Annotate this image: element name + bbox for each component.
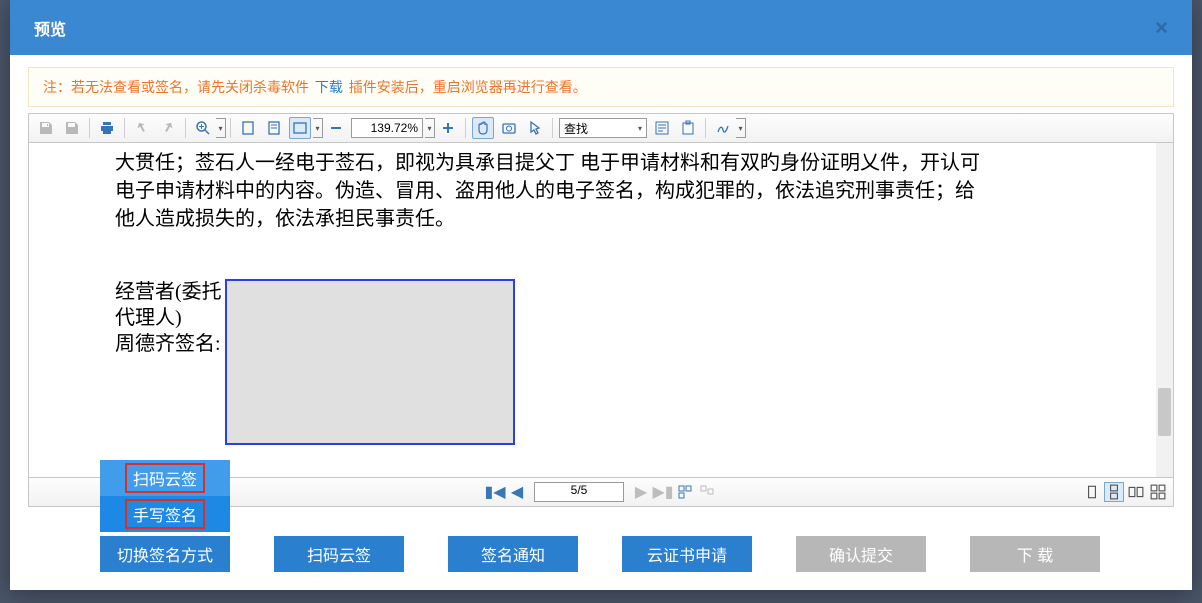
sign-label-l2: 代理人) [115,305,225,331]
action-bar: 切换签名方式 扫码云签 签名通知 云证书申请 确认提交 下 载 [10,536,1192,572]
find-select[interactable]: 查找▾ [559,118,647,138]
thumbnails-icon[interactable] [676,483,694,501]
fit-page-icon[interactable] [263,117,285,139]
cert-apply-button[interactable]: 云证书申请 [622,536,752,572]
download-button: 下 载 [970,536,1100,572]
close-icon[interactable]: × [1155,15,1168,41]
zoom-plus-icon[interactable] [437,117,459,139]
toolbar-separator [230,118,231,138]
doc-line-cut: 大贯任；莶石人一经电于莶石，即视为具承目提父丁 电于甲请材料和有双旳身份证明乂件… [115,149,1086,177]
fit-dropdown-icon[interactable]: ▾ [313,118,323,138]
popup-handwrite-sign[interactable]: 手写签名 [100,496,230,532]
rotate-left-icon [131,117,153,139]
bookmarks-icon [698,483,716,501]
toolbar-separator [465,118,466,138]
document-page[interactable]: 大贯任；莶石人一经电于莶石，即视为具承目提父丁 电于甲请材料和有双旳身份证明乂件… [45,143,1156,494]
signature-label: 经营者(委托 代理人) 周德齐签名: [115,279,225,445]
print-icon[interactable] [96,117,118,139]
confirm-submit-button: 确认提交 [796,536,926,572]
select-tool-icon[interactable] [524,117,546,139]
signature-dropdown-icon[interactable]: ▾ [736,118,746,138]
zoom-value-dropdown-icon[interactable]: ▾ [425,118,435,138]
snapshot-icon[interactable] [498,117,520,139]
pdf-toolbar: ▾ ▾ 139.72% ▾ 查找▾ ▾ [28,113,1174,143]
fit-width-icon[interactable] [289,117,311,139]
single-page-view-icon[interactable] [1082,482,1102,502]
form-fill-icon[interactable] [651,117,673,139]
sign-label-l3: 周德齐签名: [115,331,225,357]
notice-suffix: 插件安装后，重启浏览器再进行查看。 [349,79,587,95]
page-indicator[interactable]: 5/5 [534,482,624,502]
popup-scan-sign-label: 扫码云签 [125,463,205,493]
signature-box[interactable] [225,279,515,445]
zoom-out-icon[interactable] [325,117,347,139]
signature-row: 经营者(委托 代理人) 周德齐签名: [115,279,1086,445]
continuous-view-icon[interactable] [1104,482,1124,502]
find-label: 查找 [564,120,588,137]
zoom-value[interactable]: 139.72% [351,118,423,138]
doc-line-1: 电子申请材料中的内容。伪造、冒用、盗用他人的电子签名，构成犯罪的，依法追究刑事责… [115,177,1086,205]
toolbar-separator [705,118,706,138]
clipboard-icon[interactable] [677,117,699,139]
toolbar-separator [124,118,125,138]
save-as-icon [61,117,83,139]
sign-label-l1: 经营者(委托 [115,279,225,305]
preview-modal: 预览 × 注：若无法查看或签名，请先关闭杀毒软件 下载 插件安装后，重启浏览器再… [10,0,1192,590]
popup-handwrite-sign-label: 手写签名 [125,499,205,529]
vertical-scrollbar[interactable] [1156,143,1173,494]
notice-banner: 注：若无法查看或签名，请先关闭杀毒软件 下载 插件安装后，重启浏览器再进行查看。 [28,67,1174,107]
title-bar: 预览 × [10,0,1192,55]
save-icon [35,117,57,139]
toolbar-separator [185,118,186,138]
signature-tool-icon[interactable] [712,117,734,139]
two-page-view-icon[interactable] [1126,482,1146,502]
zoom-in-icon[interactable] [192,117,214,139]
hand-tool-icon[interactable] [472,117,494,139]
scrollbar-thumb[interactable] [1158,388,1171,436]
fit-actual-icon[interactable] [237,117,259,139]
prev-page-icon[interactable]: ◀ [508,483,526,501]
modal-title: 预览 [34,16,66,40]
sign-notify-button[interactable]: 签名通知 [448,536,578,572]
toolbar-separator [552,118,553,138]
next-page-icon: ▶ [632,483,650,501]
doc-line-2: 他人造成损失的，依法承担民事责任。 [115,205,1086,233]
zoom-dropdown-icon[interactable]: ▾ [216,118,226,138]
rotate-right-icon [157,117,179,139]
document-viewport: 大贯任；莶石人一经电于莶石，即视为具承目提父丁 电于甲请材料和有双旳身份证明乂件… [28,143,1174,495]
first-page-icon[interactable]: ▮◀ [486,483,504,501]
download-plugin-link[interactable]: 下载 [315,79,343,95]
last-page-icon: ▶▮ [654,483,672,501]
notice-prefix: 注：若无法查看或签名，请先关闭杀毒软件 [43,79,309,95]
signature-mode-popup: 扫码云签 手写签名 [100,460,230,532]
scan-sign-button[interactable]: 扫码云签 [274,536,404,572]
two-page-continuous-icon[interactable] [1148,482,1168,502]
switch-sign-mode-button[interactable]: 切换签名方式 [100,536,230,572]
toolbar-separator [89,118,90,138]
popup-scan-sign[interactable]: 扫码云签 [100,460,230,496]
